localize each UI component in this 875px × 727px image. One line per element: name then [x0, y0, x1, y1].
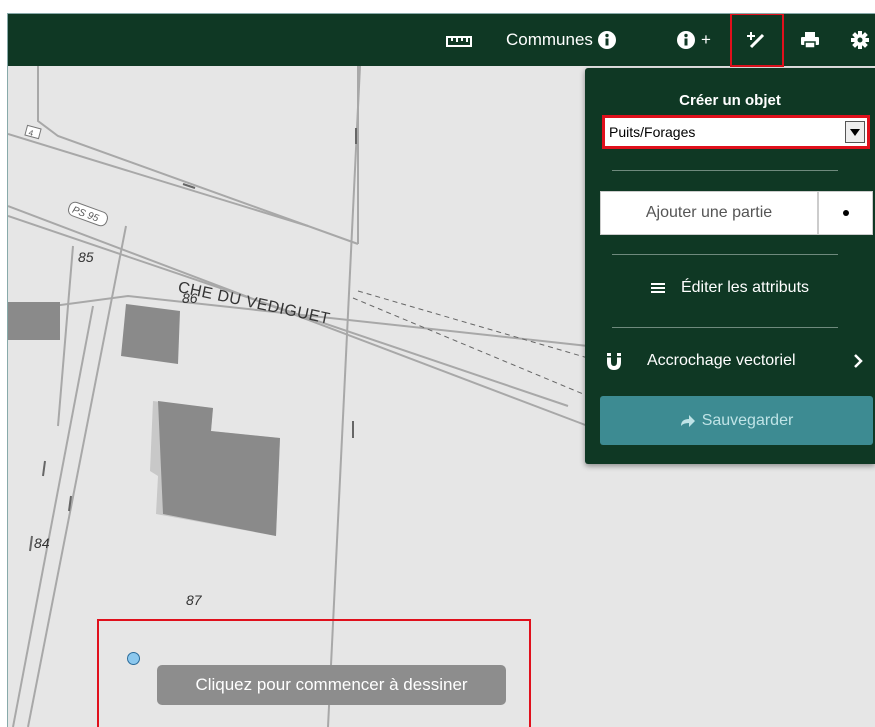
- edition-panel: Créer un objet Puits/Forages Ajouter une…: [585, 68, 875, 464]
- snapping-toggle[interactable]: Accrochage vectoriel: [585, 348, 875, 378]
- point-icon: [842, 210, 849, 216]
- info-plus-label: +: [701, 30, 711, 49]
- save-button[interactable]: Sauvegarder: [600, 396, 873, 445]
- geometry-point-button[interactable]: [818, 191, 873, 235]
- save-label: Sauvegarder: [701, 411, 794, 429]
- panel-title: Créer un objet: [679, 92, 781, 109]
- parcel-number: 84: [34, 535, 50, 551]
- parcel-number: 86: [182, 290, 198, 306]
- edition-button[interactable]: [730, 14, 784, 67]
- top-toolbar: Communes +: [8, 14, 875, 67]
- edit-attributes-label: Éditer les attributs: [680, 279, 810, 296]
- chevron-right-icon: [854, 354, 863, 368]
- communes-label: Communes: [506, 30, 593, 49]
- info-icon: [597, 31, 616, 49]
- divider: [612, 254, 838, 255]
- gear-icon: [851, 31, 869, 49]
- arrow-right-icon: [680, 414, 695, 427]
- snapping-label: Accrochage vectoriel: [647, 352, 796, 369]
- highlight-box: [97, 619, 531, 727]
- layer-select-value: Puits/Forages: [609, 124, 696, 140]
- add-part-button[interactable]: Ajouter une partie: [600, 191, 818, 235]
- info-plus-icon: [677, 31, 695, 49]
- settings-button[interactable]: [850, 14, 870, 66]
- select-arrow[interactable]: [845, 121, 865, 143]
- layer-select[interactable]: Puits/Forages: [602, 115, 870, 149]
- print-icon: [801, 32, 819, 49]
- list-icon: [650, 283, 665, 293]
- parcel-number: 87: [186, 592, 202, 608]
- print-button[interactable]: [800, 14, 820, 66]
- magnet-icon: [607, 353, 621, 370]
- divider: [612, 170, 838, 171]
- divider: [612, 327, 838, 328]
- app-frame: 4 PS 95 CHE DU VEDIGUET 85 86 84 87 Comm…: [8, 14, 875, 727]
- edit-draw-icon: [747, 32, 765, 49]
- ruler-icon: [446, 36, 472, 47]
- communes-button[interactable]: Communes: [506, 14, 617, 66]
- info-plus-button[interactable]: +: [676, 14, 711, 66]
- parcel-number: 85: [78, 249, 94, 265]
- measure-button[interactable]: [446, 14, 476, 66]
- edit-attributes-button[interactable]: Éditer les attributs: [585, 273, 875, 303]
- chevron-down-icon: [850, 128, 860, 136]
